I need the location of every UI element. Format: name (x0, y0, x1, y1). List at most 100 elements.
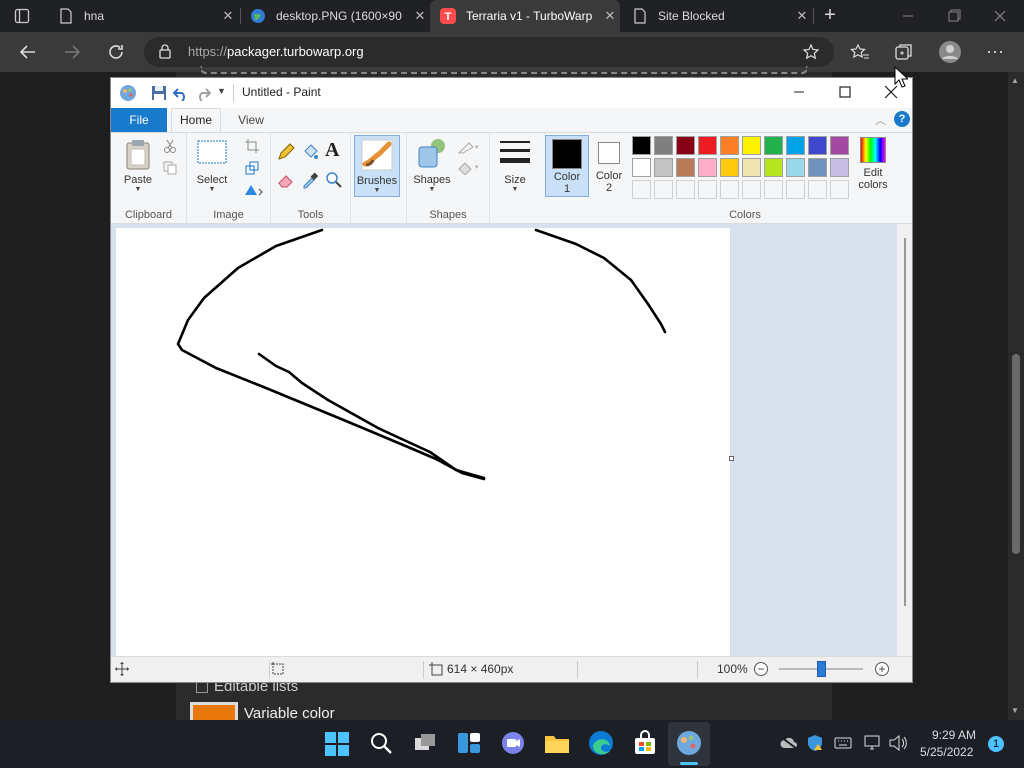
close-icon[interactable]: ✕ (792, 8, 812, 24)
palette-swatch[interactable] (808, 136, 827, 155)
custom-color-swatch[interactable] (742, 180, 761, 199)
custom-color-swatch[interactable] (720, 180, 739, 199)
scroll-thumb[interactable] (1012, 354, 1020, 554)
security-icon[interactable] (806, 734, 824, 755)
palette-swatch[interactable] (720, 158, 739, 177)
collections-icon[interactable] (894, 42, 914, 67)
palette-swatch[interactable] (698, 136, 717, 155)
resize-icon[interactable] (245, 161, 259, 180)
palette-swatch[interactable] (830, 158, 849, 177)
paint-canvas[interactable] (116, 228, 730, 656)
collapse-ribbon-icon[interactable]: ︿ (875, 112, 886, 128)
profile-avatar[interactable] (938, 40, 962, 69)
palette-swatch[interactable] (632, 136, 651, 155)
fill-icon[interactable]: ▾ (457, 161, 481, 180)
add-favorite-icon[interactable] (802, 43, 820, 64)
notification-badge[interactable]: 1 (988, 736, 1004, 752)
palette-swatch[interactable] (742, 158, 761, 177)
color2-button[interactable]: Color 2 (591, 135, 627, 197)
pencil-icon[interactable] (277, 143, 295, 166)
palette-swatch[interactable] (676, 158, 695, 177)
close-button[interactable] (990, 8, 1010, 24)
color-picker-icon[interactable] (301, 171, 319, 194)
palette-swatch[interactable] (764, 158, 783, 177)
paint-scroll-track[interactable] (904, 238, 906, 606)
palette-swatch[interactable] (786, 158, 805, 177)
crop-icon[interactable] (245, 139, 259, 158)
custom-color-swatch[interactable] (830, 180, 849, 199)
palette-swatch[interactable] (676, 136, 695, 155)
file-explorer-icon[interactable] (544, 730, 572, 758)
refresh-button[interactable] (104, 40, 128, 64)
close-icon[interactable]: ✕ (218, 8, 238, 24)
forward-button[interactable] (60, 40, 84, 64)
lock-icon[interactable] (158, 43, 172, 62)
copy-icon[interactable] (163, 161, 177, 180)
palette-swatch[interactable] (720, 136, 739, 155)
help-icon[interactable]: ? (894, 111, 910, 127)
custom-color-swatch[interactable] (676, 180, 695, 199)
search-icon[interactable] (368, 730, 396, 758)
outline-icon[interactable]: ▾ (457, 141, 481, 160)
paint-taskbar-button[interactable] (668, 722, 710, 766)
eraser-icon[interactable] (277, 171, 295, 194)
paint-maximize-button[interactable] (837, 84, 853, 105)
minimize-button[interactable] (898, 8, 918, 24)
palette-swatch[interactable] (698, 158, 717, 177)
palette-swatch[interactable] (654, 158, 673, 177)
tab-terraria-turbowarp[interactable]: T Terraria v1 - TurboWarp ✕ (430, 0, 620, 32)
custom-color-swatch[interactable] (764, 180, 783, 199)
restore-button[interactable] (944, 8, 964, 24)
fill-bucket-icon[interactable] (301, 143, 319, 166)
quick-access-dropdown-icon[interactable]: ▼ (217, 86, 226, 96)
page-scrollbar[interactable]: ▲ ▼ (1008, 72, 1024, 720)
shapes-button[interactable]: Shapes ▼ (411, 137, 453, 193)
new-tab-button[interactable]: + (818, 4, 842, 28)
palette-swatch[interactable] (786, 136, 805, 155)
more-options-icon[interactable]: ··· (986, 42, 1004, 60)
redo-icon[interactable] (195, 85, 212, 106)
favorites-icon[interactable] (850, 42, 870, 67)
color1-button[interactable]: Color 1 (545, 135, 589, 197)
brushes-button[interactable]: Brushes ▼ (354, 135, 400, 197)
size-button[interactable]: Size ▼ (495, 137, 535, 193)
task-view-icon[interactable] (412, 730, 440, 758)
zoom-in-button[interactable] (874, 661, 890, 680)
back-button[interactable] (16, 40, 40, 64)
text-icon[interactable]: A (325, 139, 339, 162)
paint-minimize-button[interactable] (791, 84, 807, 105)
zoom-out-button[interactable] (753, 661, 769, 680)
display-icon[interactable] (864, 735, 882, 754)
tab-site-blocked[interactable]: Site Blocked ✕ (622, 0, 812, 32)
palette-swatch[interactable] (830, 136, 849, 155)
tab-hna[interactable]: hna ✕ (48, 0, 238, 32)
tab-desktop-png[interactable]: desktop.PNG (1600×90 ✕ (240, 0, 430, 32)
custom-color-swatch[interactable] (808, 180, 827, 199)
tab-actions-icon[interactable] (14, 8, 30, 24)
start-icon[interactable] (324, 730, 352, 758)
palette-swatch[interactable] (654, 136, 673, 155)
undo-icon[interactable] (172, 85, 189, 106)
file-menu-button[interactable]: File (111, 108, 167, 132)
store-icon[interactable] (632, 730, 660, 758)
cloud-offline-icon[interactable] (780, 736, 798, 753)
palette-swatch[interactable] (808, 158, 827, 177)
clock-date[interactable]: 5/25/2022 (920, 745, 973, 759)
custom-color-swatch[interactable] (632, 180, 651, 199)
paste-button[interactable]: Paste ▼ (119, 139, 157, 193)
custom-color-swatch[interactable] (786, 180, 805, 199)
save-icon[interactable] (151, 85, 167, 106)
tab-view[interactable]: View (229, 108, 273, 132)
url-input[interactable]: https://packager.turbowarp.org (144, 37, 834, 67)
widgets-icon[interactable] (456, 730, 484, 758)
close-icon[interactable]: ✕ (410, 8, 430, 24)
scroll-up-icon[interactable]: ▲ (1011, 76, 1021, 86)
paint-scrollbar[interactable] (897, 224, 912, 656)
clock-time[interactable]: 9:29 AM (932, 728, 976, 742)
rotate-icon[interactable] (243, 183, 265, 202)
canvas-resize-handle[interactable] (729, 456, 734, 461)
close-icon[interactable]: ✕ (600, 8, 620, 24)
edit-colors-button[interactable]: Edit colors (852, 137, 894, 191)
volume-icon[interactable] (888, 734, 908, 754)
cut-icon[interactable] (163, 139, 177, 158)
